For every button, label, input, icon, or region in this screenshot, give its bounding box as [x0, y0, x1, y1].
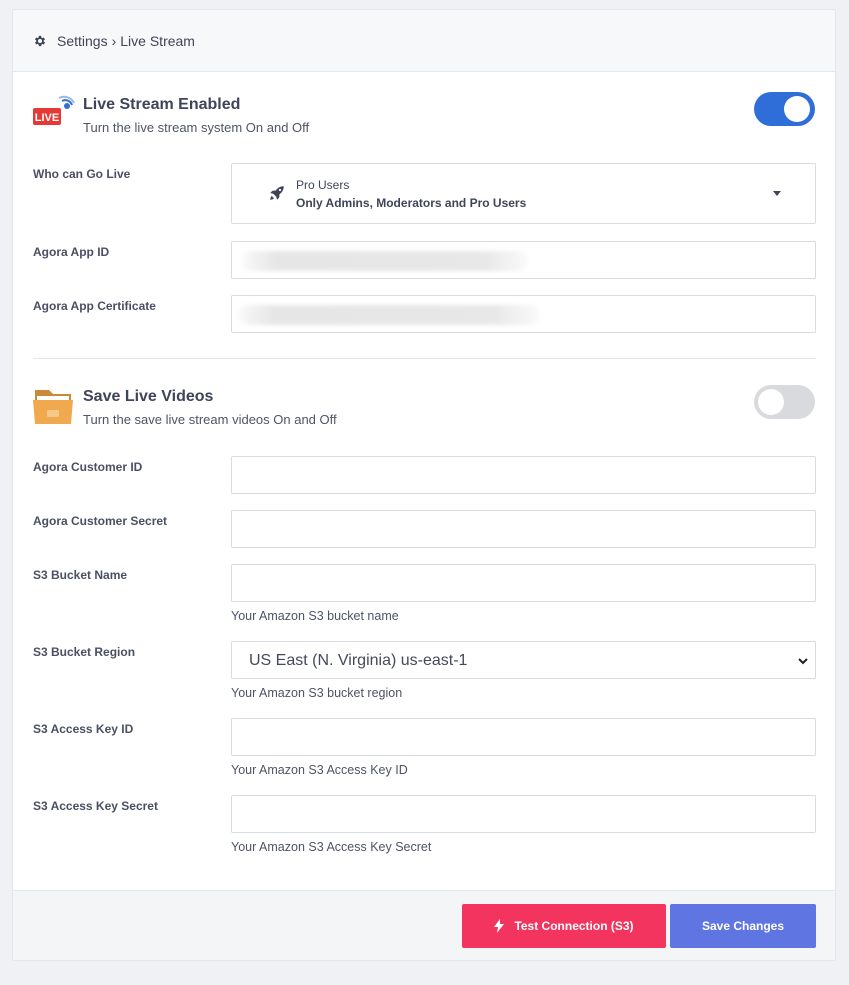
s3-access-key-secret-label: S3 Access Key Secret [33, 799, 158, 813]
test-connection-label: Test Connection (S3) [514, 919, 634, 933]
svg-text:LIVE: LIVE [35, 112, 59, 124]
who-can-go-live-label: Who can Go Live [33, 167, 131, 181]
agora-customer-id-label: Agora Customer ID [33, 460, 143, 474]
card-footer: Test Connection (S3) Save Changes [13, 890, 835, 960]
folder-icon [33, 386, 75, 428]
s3-access-key-id-label: S3 Access Key ID [33, 722, 134, 736]
s3-bucket-region-value: US East (N. Virginia) us-east-1 [249, 652, 468, 669]
toggle-knob [784, 96, 810, 122]
live-stream-description: Turn the live stream system On and Off [83, 120, 310, 135]
dropdown-selected-title: Pro Users [296, 178, 350, 192]
test-connection-button[interactable]: Test Connection (S3) [462, 904, 666, 948]
live-stream-section-header: LIVE Live Stream Enabled Turn the live s… [33, 94, 309, 136]
agora-app-certificate-input[interactable] [231, 295, 816, 333]
live-stream-title: Live Stream Enabled [83, 96, 241, 113]
s3-bucket-region-label: S3 Bucket Region [33, 645, 136, 659]
settings-card: Settings › Live Stream LIVE Live Stream … [12, 9, 836, 961]
gear-icon [33, 34, 47, 48]
s3-access-key-secret-input[interactable] [231, 795, 816, 833]
agora-app-certificate-label: Agora App Certificate [33, 299, 156, 313]
s3-bucket-region-select[interactable]: US East (N. Virginia) us-east-1 [231, 641, 816, 679]
save-changes-button[interactable]: Save Changes [670, 904, 816, 948]
s3-access-key-id-input[interactable] [231, 718, 816, 756]
breadcrumb: Settings › Live Stream [13, 10, 835, 72]
s3-bucket-name-label: S3 Bucket Name [33, 568, 128, 582]
save-videos-section-header: Save Live Videos Turn the save live stre… [33, 386, 337, 428]
s3-access-key-id-hint: Your Amazon S3 Access Key ID [231, 763, 408, 777]
agora-customer-secret-input[interactable] [231, 510, 816, 548]
live-broadcast-icon: LIVE [33, 94, 75, 136]
toggle-knob [758, 389, 784, 415]
redacted-value [238, 305, 540, 325]
dropdown-selected-subtitle: Only Admins, Moderators and Pro Users [296, 196, 527, 210]
agora-customer-secret-label: Agora Customer Secret [33, 514, 168, 528]
agora-app-id-label: Agora App ID [33, 245, 110, 259]
agora-app-id-input[interactable] [231, 241, 816, 279]
who-can-go-live-dropdown[interactable]: Pro Users Only Admins, Moderators and Pr… [231, 163, 816, 224]
s3-bucket-name-input[interactable] [231, 564, 816, 602]
rocket-icon [268, 184, 286, 202]
redacted-value [242, 251, 528, 271]
save-videos-title: Save Live Videos [83, 388, 214, 405]
bolt-icon [494, 919, 505, 933]
breadcrumb-separator: › [111, 32, 117, 49]
caret-down-icon [773, 191, 781, 196]
section-divider [33, 358, 816, 359]
chevron-down-icon [797, 654, 809, 666]
s3-bucket-name-hint: Your Amazon S3 bucket name [231, 609, 399, 623]
save-videos-description: Turn the save live stream videos On and … [83, 412, 337, 427]
save-videos-toggle[interactable] [754, 385, 815, 419]
agora-customer-id-input[interactable] [231, 456, 816, 494]
live-stream-toggle[interactable] [754, 92, 815, 126]
breadcrumb-parent[interactable]: Settings [57, 33, 108, 49]
s3-bucket-region-hint: Your Amazon S3 bucket region [231, 686, 403, 700]
s3-access-key-secret-hint: Your Amazon S3 Access Key Secret [231, 840, 432, 854]
breadcrumb-current: Live Stream [120, 32, 195, 49]
